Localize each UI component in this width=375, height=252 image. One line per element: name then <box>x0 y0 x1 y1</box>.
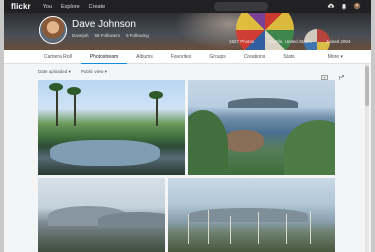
joined-date: Joined 2004 <box>325 39 351 44</box>
nav-create-link[interactable]: Create <box>89 4 106 10</box>
tab-creations[interactable]: Creations <box>235 50 274 64</box>
avatar-icon[interactable] <box>353 2 361 10</box>
tab-photostream[interactable]: Photostream <box>80 50 128 64</box>
profile-avatar[interactable] <box>39 16 67 44</box>
chevron-down-icon: ▾ <box>340 54 343 60</box>
browser-page: flickr You Explore Create Dave Johnson D… <box>4 0 371 252</box>
photo-grass-stalk <box>208 210 209 244</box>
banner-balloon-image <box>236 13 294 50</box>
upload-icon[interactable] <box>327 2 335 10</box>
photo-grass-stalk <box>230 216 231 244</box>
tab-camera-roll[interactable]: Camera Roll <box>4 50 81 64</box>
filter-row: Date uploaded ▾ Public view ▾ <box>4 65 371 80</box>
top-icons <box>327 2 361 10</box>
following-link[interactable]: 9 Following <box>126 33 149 38</box>
top-nav: flickr You Explore Create <box>4 0 371 13</box>
sort-label: Date uploaded <box>38 69 68 74</box>
photo-palm-trunk <box>56 86 58 126</box>
profile-stats: Davejoh 56 Followers 9 Following <box>72 33 149 38</box>
photo-count: 1627 Photos <box>229 39 255 44</box>
photo-mountain-ridge <box>188 208 308 222</box>
photo-grass-stalk <box>286 214 287 244</box>
photo-grass-field[interactable] <box>168 178 335 252</box>
tab-groups[interactable]: Groups <box>200 50 234 64</box>
profile-name: Dave Johnson <box>72 19 136 30</box>
tab-favorites[interactable]: Favorites <box>162 50 201 64</box>
bell-icon[interactable] <box>340 2 348 10</box>
followers-link[interactable]: 56 Followers <box>95 33 121 38</box>
photo-palm-trunk <box>74 90 76 126</box>
profile-handle: Davejoh <box>72 33 89 38</box>
scrollbar-thumb[interactable] <box>365 66 369 106</box>
photo-mountain-ridge <box>98 212 165 228</box>
photo-pool-water <box>50 140 160 166</box>
photo-distant-island <box>228 98 298 108</box>
view-dropdown[interactable]: Public view ▾ <box>81 69 107 75</box>
photo-rocky-shore <box>224 130 264 152</box>
chevron-down-icon: ▾ <box>68 69 71 74</box>
photo-palm-fronds <box>149 91 163 99</box>
profile-meta: 1627 Photos Seattle, United States Joine… <box>229 39 350 44</box>
photo-green-slope <box>284 120 335 175</box>
share-icon[interactable] <box>338 68 345 86</box>
photo-palm-fronds <box>49 83 63 91</box>
photo-coastal-cove[interactable] <box>188 80 335 175</box>
profile-tabs: Camera Roll Photostream Albums Favorites… <box>4 50 371 64</box>
photo-green-cliff <box>188 110 228 175</box>
photo-palm-fronds <box>67 87 81 95</box>
page-scrollbar[interactable] <box>365 64 369 252</box>
search-input[interactable] <box>214 2 268 11</box>
photo-grass-stalk <box>310 211 311 244</box>
tab-stats[interactable]: Stats <box>274 50 303 64</box>
nav-you-link[interactable]: You <box>43 4 52 10</box>
flickr-logo[interactable]: flickr <box>11 2 31 11</box>
nav-explore-link[interactable]: Explore <box>61 4 80 10</box>
sort-dropdown[interactable]: Date uploaded ▾ <box>38 69 71 75</box>
tab-albums[interactable]: Albums <box>127 50 162 64</box>
chevron-down-icon: ▾ <box>104 69 107 74</box>
profile-location: Seattle, United States <box>268 39 312 44</box>
photo-tropical-pool[interactable] <box>38 80 185 175</box>
more-label: More <box>327 54 340 60</box>
more-menu[interactable]: More ▾ <box>328 50 343 64</box>
photo-grass-stalk <box>258 212 259 244</box>
photo-misty-mountains[interactable] <box>38 178 165 252</box>
photo-grass-stalk <box>188 214 189 244</box>
view-label: Public view <box>80 69 104 74</box>
